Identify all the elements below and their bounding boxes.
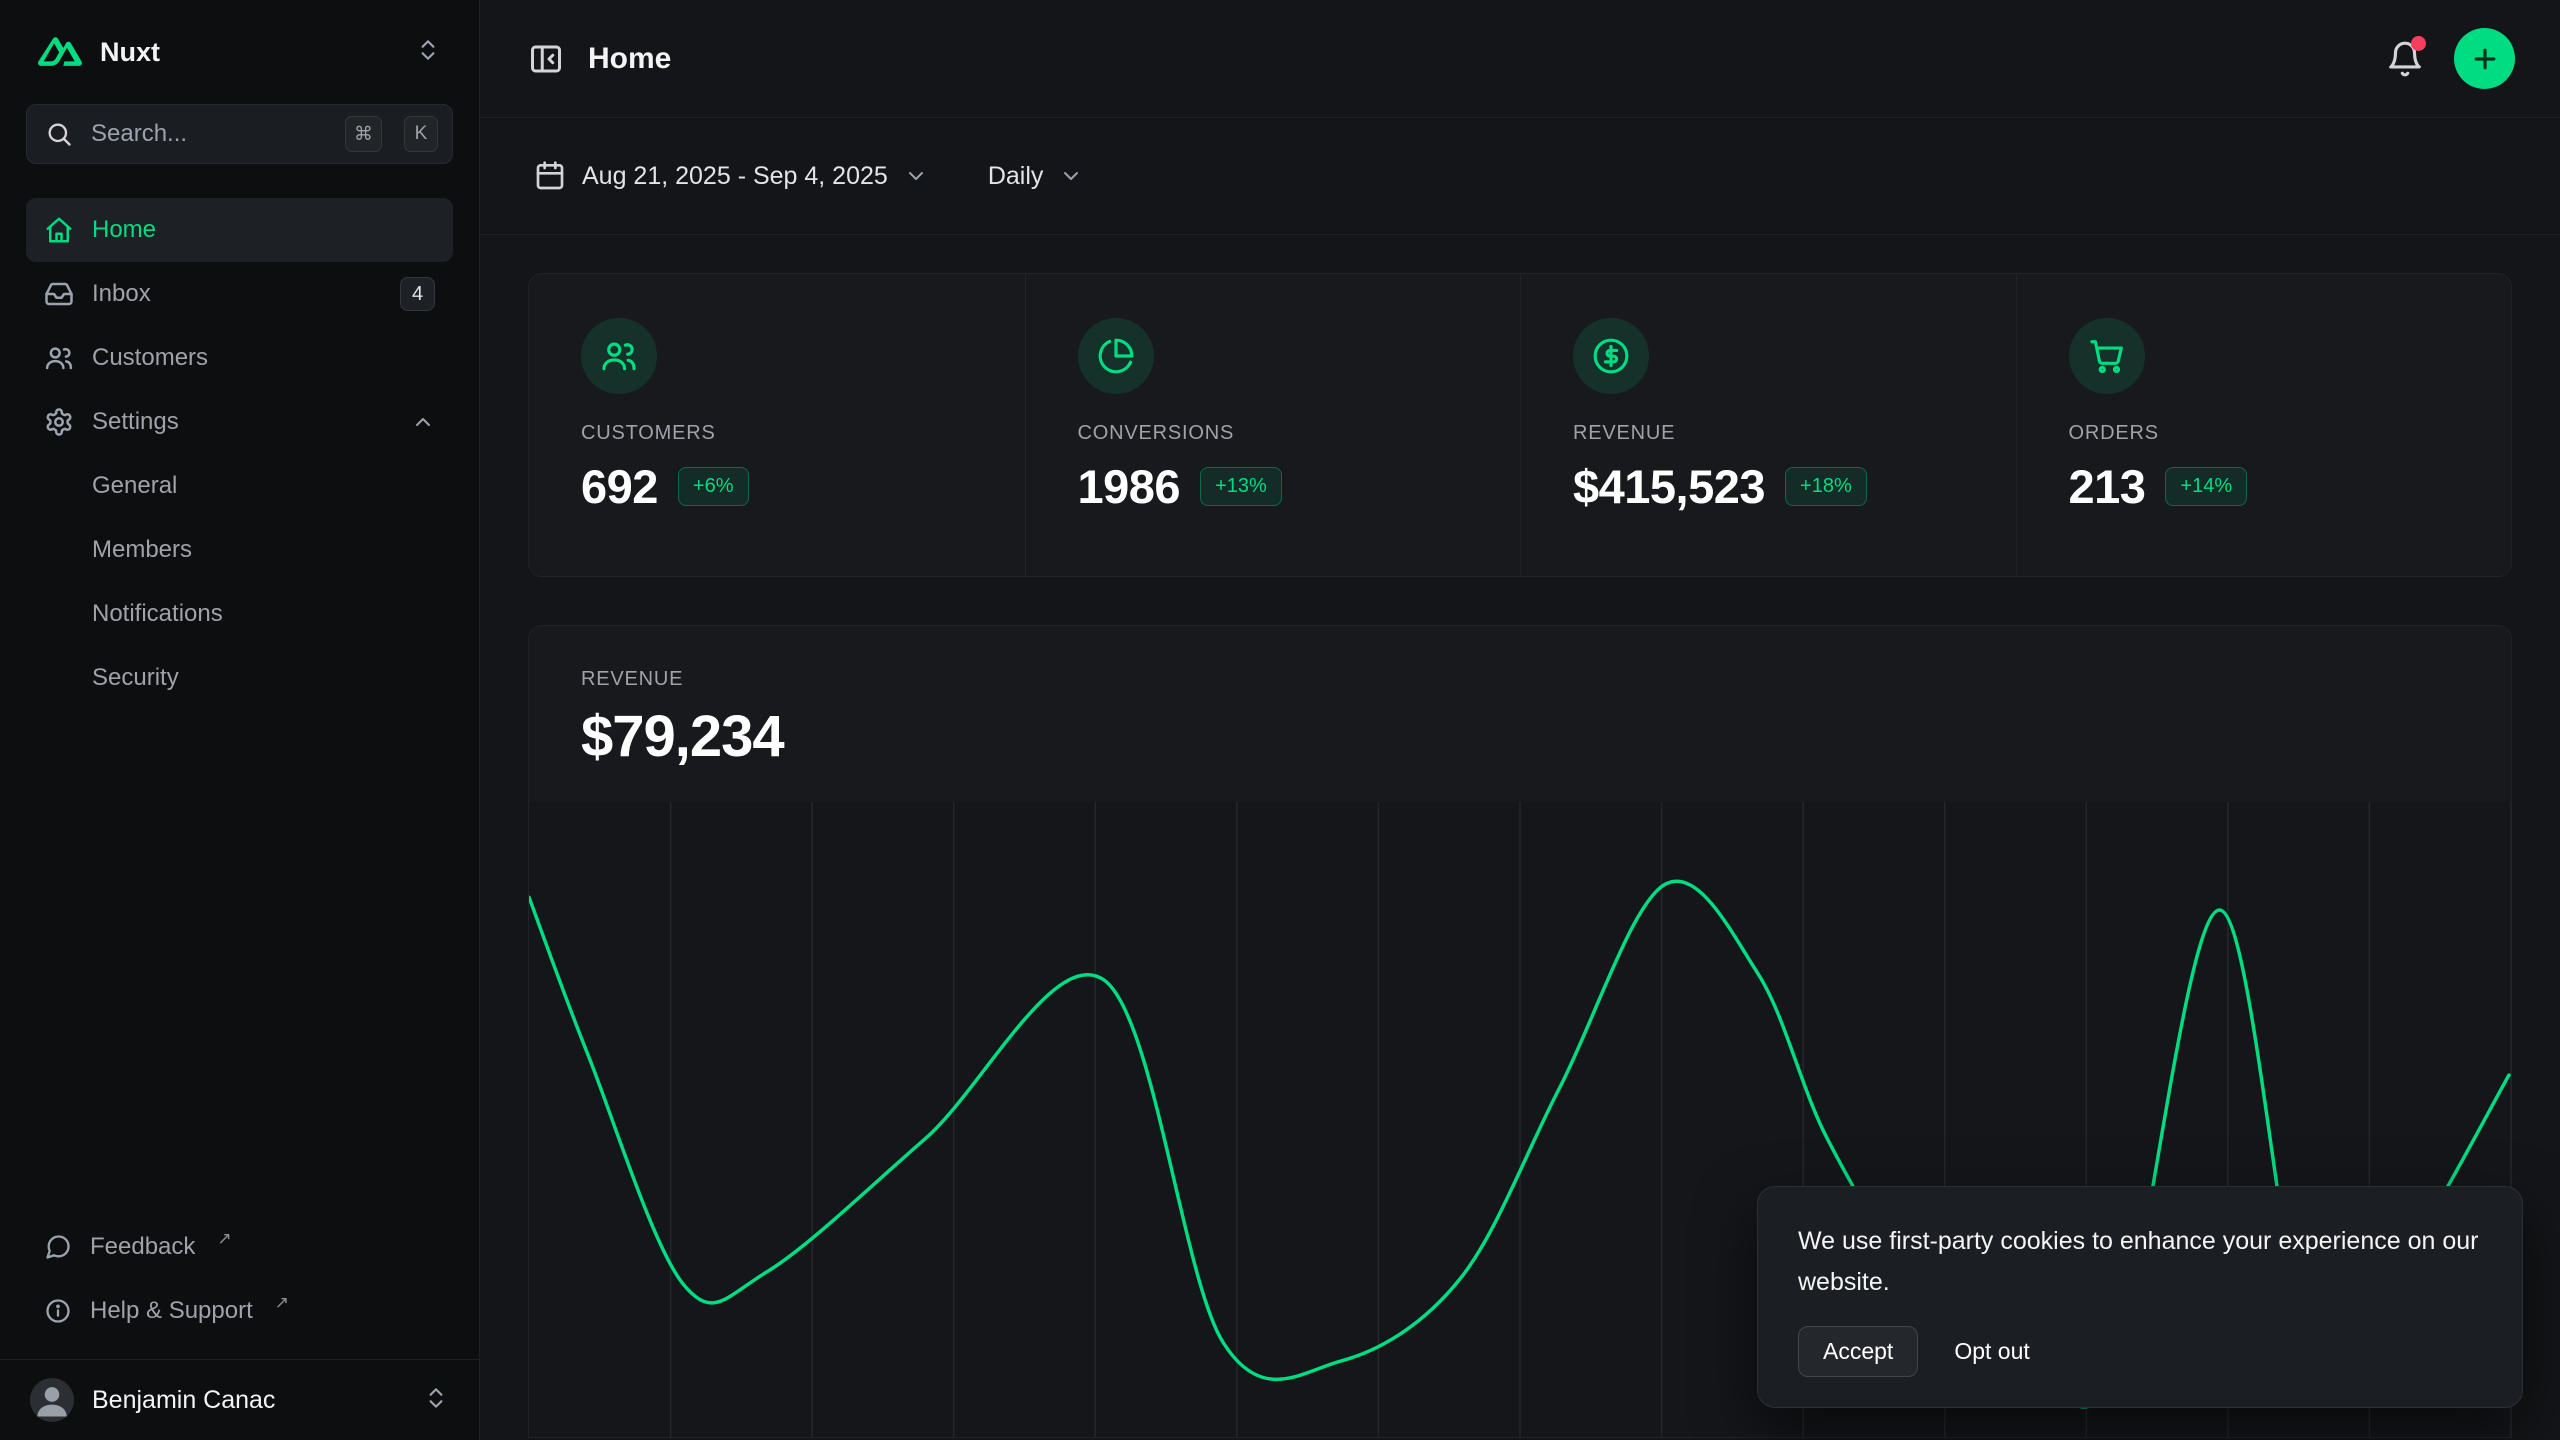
revenue-chart-label: REVENUE — [581, 668, 2511, 691]
stat-delta-badge: +13% — [1200, 467, 1282, 506]
sidebar-item-label: Home — [92, 216, 156, 244]
date-range-label: Aug 21, 2025 - Sep 4, 2025 — [582, 162, 888, 191]
avatar — [30, 1378, 74, 1422]
chat-bubble-icon — [44, 1233, 72, 1261]
user-name: Benjamin Canac — [92, 1386, 405, 1415]
granularity-picker[interactable]: Daily — [982, 161, 1090, 192]
chevron-down-icon — [1059, 164, 1083, 188]
sidebar-spacer — [26, 710, 453, 1215]
sidebar-item-notifications[interactable]: Notifications — [26, 582, 453, 646]
add-button[interactable] — [2454, 28, 2515, 89]
kbd-cmd: ⌘ — [345, 116, 382, 152]
sub-item-label: Security — [92, 664, 179, 692]
stat-orders: ORDERS 213 +14% — [2016, 274, 2512, 576]
inbox-count-badge: 4 — [400, 277, 435, 311]
date-range-picker[interactable]: Aug 21, 2025 - Sep 4, 2025 — [528, 159, 934, 193]
sub-item-label: Members — [92, 536, 192, 564]
stat-delta-badge: +14% — [2165, 467, 2247, 506]
notifications-button[interactable] — [2386, 40, 2424, 78]
cookie-banner: We use first-party cookies to enhance yo… — [1757, 1186, 2523, 1408]
stat-delta-badge: +18% — [1785, 467, 1867, 506]
page-header: Home — [480, 0, 2560, 118]
inbox-icon — [44, 279, 74, 309]
cookie-optout-button[interactable]: Opt out — [1954, 1338, 2029, 1365]
shopping-cart-icon — [2069, 318, 2145, 394]
stat-delta-badge: +6% — [678, 467, 749, 506]
chevron-up-down-icon — [415, 37, 441, 68]
sidebar-item-customers[interactable]: Customers — [26, 326, 453, 390]
sidebar: Nuxt ⌘ K Home — [0, 0, 480, 1440]
sidebar-item-feedback[interactable]: Feedback ↗ — [26, 1215, 453, 1279]
sidebar-item-label: Customers — [92, 344, 208, 372]
sidebar-item-general[interactable]: General — [26, 454, 453, 518]
sidebar-item-members[interactable]: Members — [26, 518, 453, 582]
cookie-accept-button[interactable]: Accept — [1798, 1326, 1918, 1377]
workspace-selector[interactable]: Nuxt — [26, 26, 453, 78]
sidebar-item-label: Settings — [92, 408, 179, 436]
stat-label: CONVERSIONS — [1078, 422, 1521, 445]
sidebar-item-label: Inbox — [92, 280, 151, 308]
user-menu[interactable]: Benjamin Canac — [0, 1359, 479, 1440]
stat-label: REVENUE — [1573, 422, 2016, 445]
chevron-up-down-icon — [423, 1385, 449, 1416]
stat-value: $415,523 — [1573, 459, 1765, 514]
footer-link-label: Help & Support — [90, 1297, 253, 1325]
stat-value: 692 — [581, 459, 658, 514]
stat-revenue: REVENUE $415,523 +18% — [1520, 274, 2016, 576]
users-icon — [44, 343, 74, 373]
cookie-message: We use first-party cookies to enhance yo… — [1798, 1221, 2482, 1302]
stat-customers: CUSTOMERS 692 +6% — [529, 274, 1025, 576]
users-icon — [581, 318, 657, 394]
collapse-sidebar-button[interactable] — [528, 41, 564, 77]
stat-label: ORDERS — [2069, 422, 2512, 445]
gear-icon — [44, 407, 74, 437]
calendar-icon — [534, 160, 566, 192]
search-input[interactable] — [89, 119, 323, 149]
stat-conversions: CONVERSIONS 1986 +13% — [1025, 274, 1521, 576]
stat-label: CUSTOMERS — [581, 422, 1025, 445]
panel-left-icon — [528, 41, 564, 77]
sidebar-item-security[interactable]: Security — [26, 646, 453, 710]
nuxt-logo-icon — [38, 36, 82, 68]
sidebar-item-help-support[interactable]: Help & Support ↗ — [26, 1279, 453, 1343]
sidebar-item-settings[interactable]: Settings — [26, 390, 453, 454]
sub-item-label: General — [92, 472, 177, 500]
sub-item-label: Notifications — [92, 600, 223, 628]
search-box[interactable]: ⌘ K — [26, 104, 453, 164]
filters-toolbar: Aug 21, 2025 - Sep 4, 2025 Daily — [480, 118, 2560, 235]
sidebar-item-inbox[interactable]: Inbox 4 — [26, 262, 453, 326]
dollar-circle-icon — [1573, 318, 1649, 394]
chevron-down-icon — [904, 164, 928, 188]
sidebar-nav: Home Inbox 4 Customers — [26, 198, 453, 710]
sidebar-footer-links: Feedback ↗ Help & Support ↗ — [26, 1215, 453, 1359]
stats-card: CUSTOMERS 692 +6% CONVERSIONS 1986 +13% — [528, 273, 2512, 577]
workspace-name: Nuxt — [100, 37, 397, 68]
footer-link-label: Feedback — [90, 1233, 195, 1261]
info-circle-icon — [44, 1297, 72, 1325]
kbd-k: K — [404, 116, 438, 152]
plus-icon — [2470, 44, 2500, 74]
home-icon — [44, 215, 74, 245]
search-icon — [45, 120, 73, 148]
external-link-icon: ↗ — [275, 1293, 289, 1313]
external-link-icon: ↗ — [217, 1229, 231, 1249]
stat-value: 1986 — [1078, 459, 1181, 514]
granularity-label: Daily — [988, 162, 1044, 191]
page-title: Home — [588, 42, 671, 76]
pie-chart-icon — [1078, 318, 1154, 394]
sidebar-item-home[interactable]: Home — [26, 198, 453, 262]
notification-dot — [2411, 36, 2426, 51]
stat-value: 213 — [2069, 459, 2146, 514]
revenue-chart-value: $79,234 — [581, 703, 2511, 770]
chevron-up-icon — [411, 410, 435, 434]
